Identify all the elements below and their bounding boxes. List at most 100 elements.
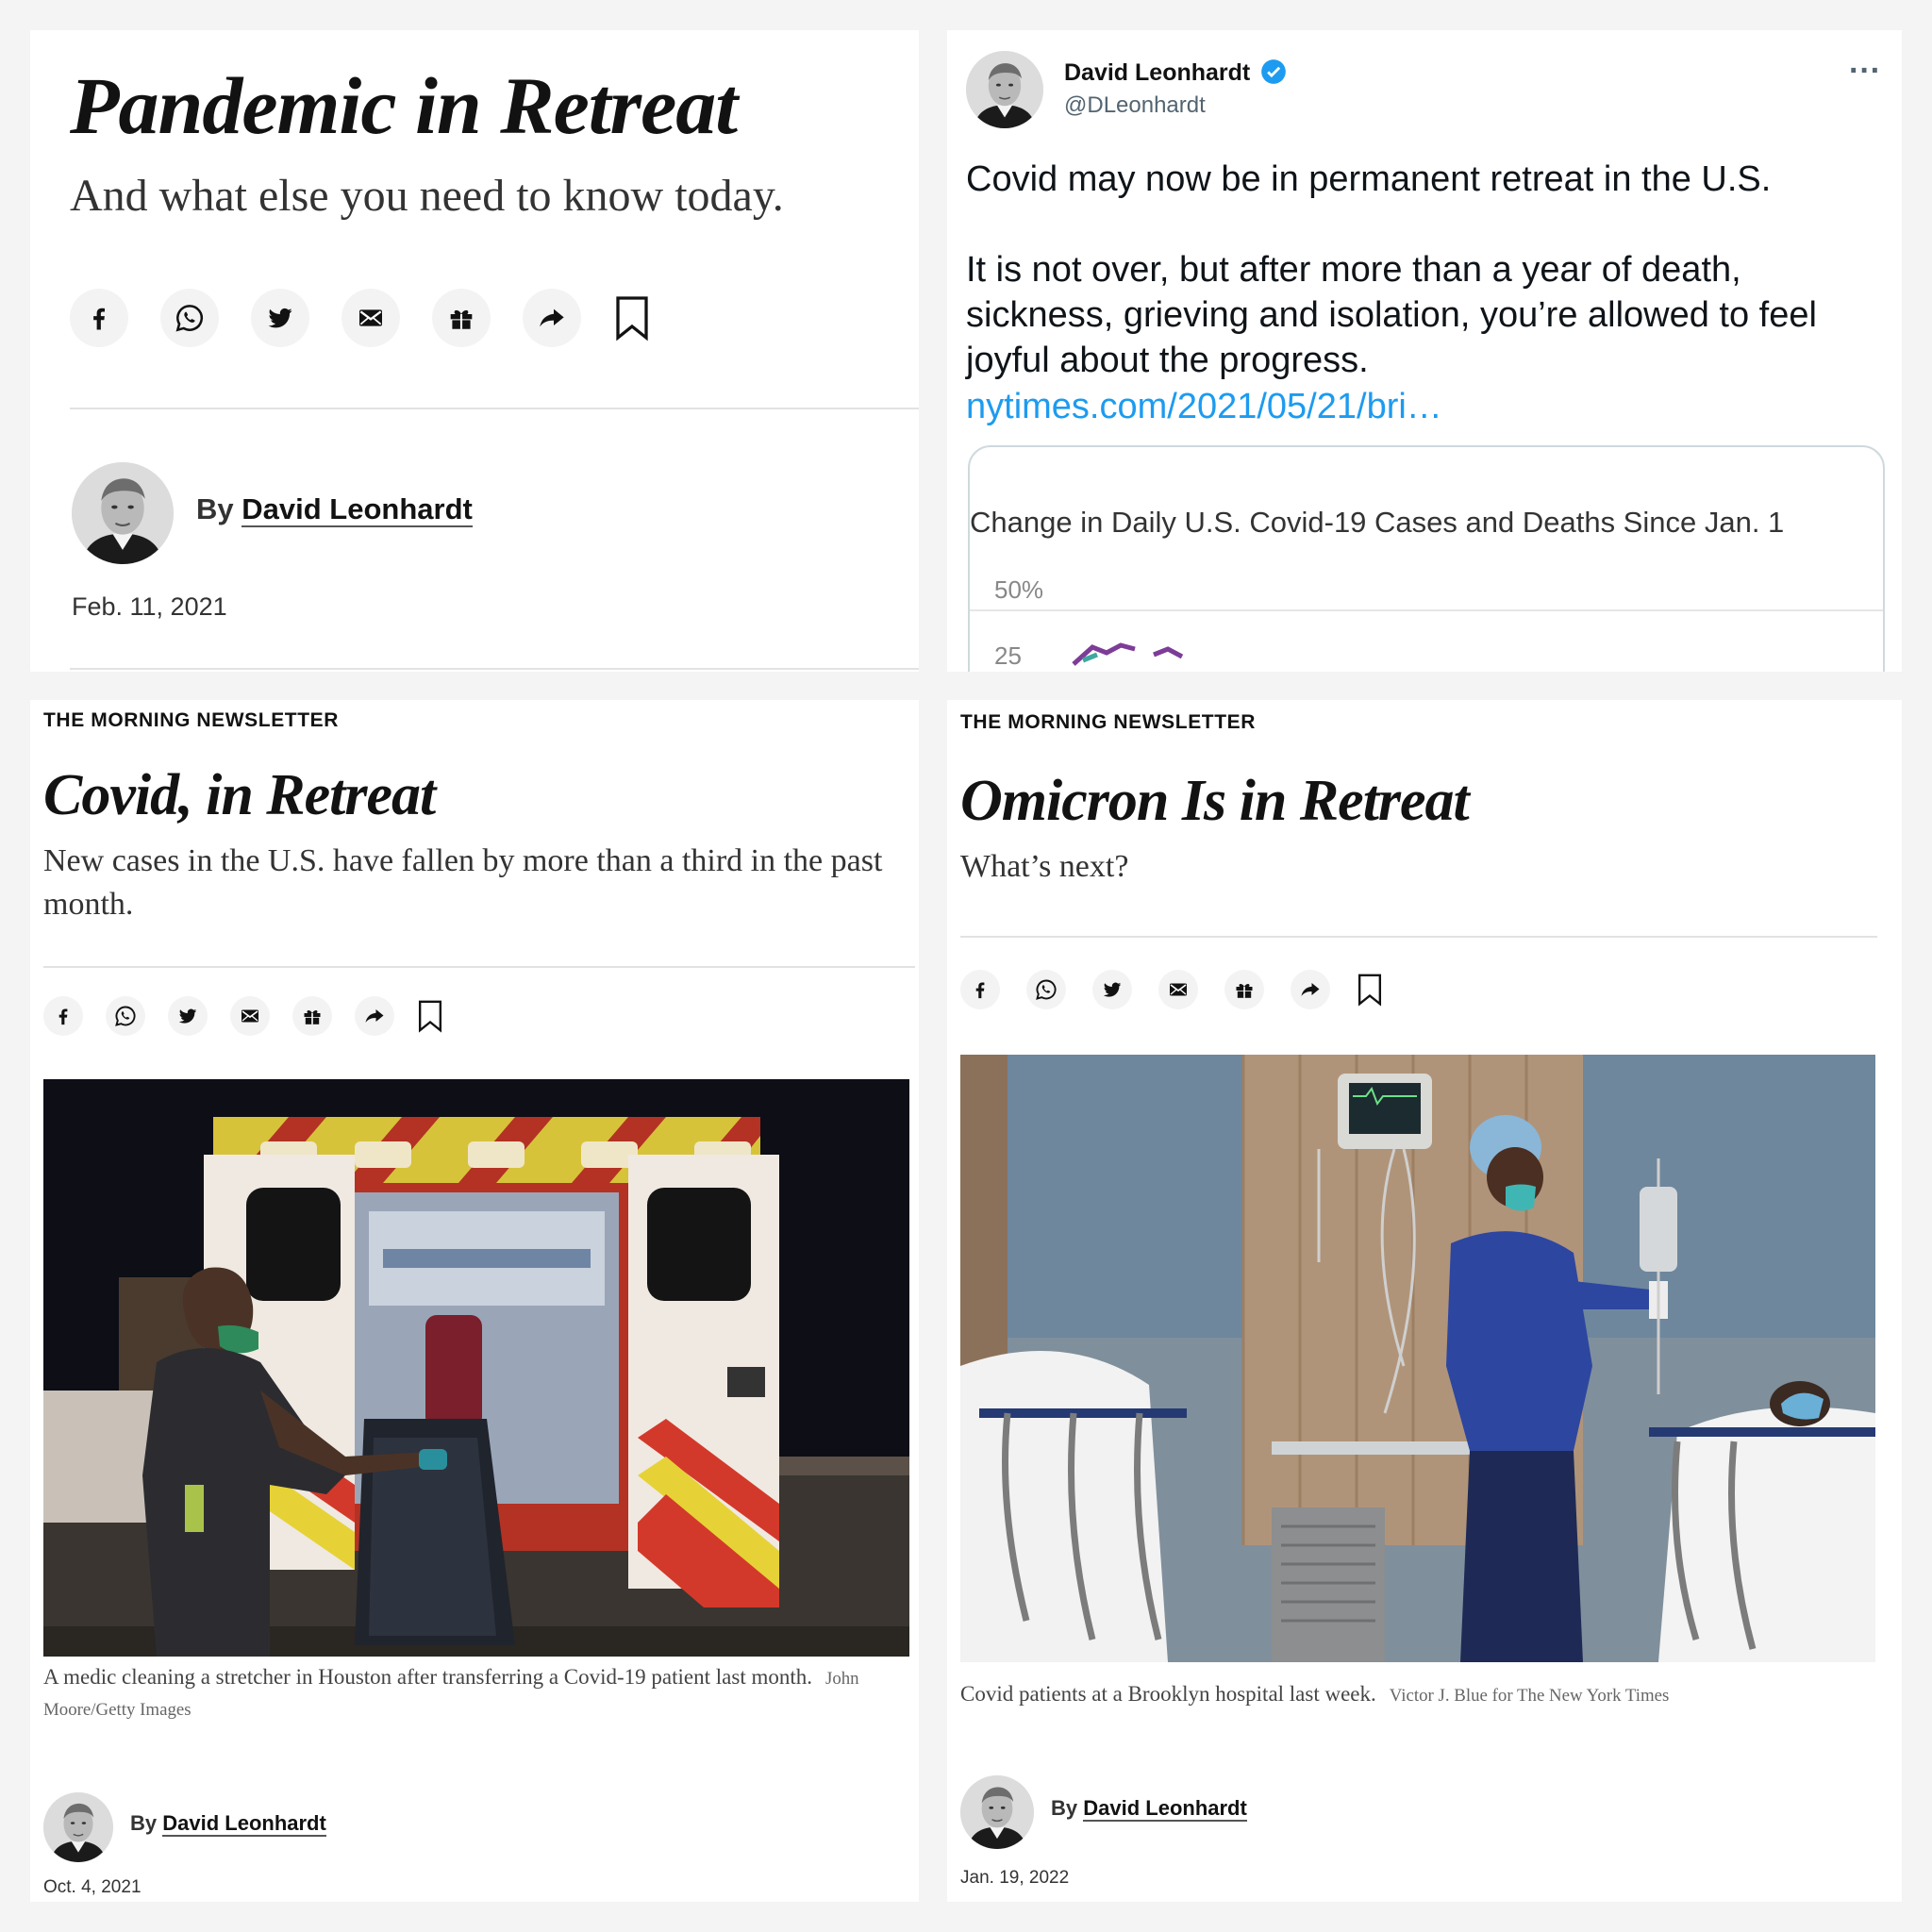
byline-prefix: By (1051, 1796, 1084, 1820)
tweet-author-name[interactable]: David Leonhardt (1064, 58, 1287, 87)
facebook-share-button[interactable] (43, 996, 83, 1036)
email-icon (356, 303, 386, 333)
whatsapp-icon (114, 1005, 137, 1027)
save-bookmark-button[interactable] (613, 289, 651, 347)
publish-date: Oct. 4, 2021 (43, 1877, 142, 1897)
ambulance-photo-illustration (43, 1079, 909, 1657)
card-chart-title: Change in Daily U.S. Covid-19 Cases and … (970, 506, 1785, 539)
facebook-share-button[interactable] (70, 289, 128, 347)
gift-article-button[interactable] (432, 289, 491, 347)
facebook-icon (53, 1006, 74, 1026)
publish-date: Feb. 11, 2021 (72, 592, 227, 621)
byline-prefix: By (196, 492, 242, 525)
whatsapp-icon (175, 303, 205, 333)
gift-icon (446, 303, 476, 333)
more-share-button[interactable] (355, 996, 394, 1036)
author-photo (966, 51, 1043, 128)
tweet-text-body: It is not over, but after more than a ye… (966, 250, 1817, 380)
divider (960, 936, 1877, 938)
email-icon (239, 1005, 261, 1027)
whatsapp-share-button[interactable] (106, 996, 145, 1036)
article-photo-ambulance[interactable] (43, 1079, 909, 1657)
article-panel-pandemic: Pandemic in Retreat And what else you ne… (30, 30, 919, 672)
bookmark-icon (418, 996, 442, 1036)
verified-badge-icon (1261, 59, 1287, 84)
tweet-handle[interactable]: @DLeonhardt (1064, 92, 1206, 119)
author-link[interactable]: David Leonhardt (242, 492, 473, 527)
twitter-icon (177, 1006, 198, 1026)
more-options-icon[interactable]: ··· (1849, 53, 1881, 90)
email-share-button[interactable] (230, 996, 270, 1036)
byline: By David Leonhardt (130, 1811, 326, 1837)
card-tick-label-top: 50% (994, 575, 1044, 604)
gift-icon (1233, 978, 1256, 1001)
card-chart-lines (1072, 642, 1184, 666)
tweet-link[interactable]: nytimes.com/2021/05/21/bri… (966, 387, 1442, 427)
gift-article-button[interactable] (292, 996, 332, 1036)
whatsapp-share-button[interactable] (160, 289, 219, 347)
author-photo (960, 1775, 1034, 1849)
gift-icon (301, 1005, 324, 1027)
divider (43, 966, 915, 968)
article-panel-covid: THE MORNING NEWSLETTER Covid, in Retreat… (30, 700, 919, 1902)
twitter-share-button[interactable] (1092, 970, 1132, 1009)
article-headline: Pandemic in Retreat (70, 60, 738, 151)
email-share-button[interactable] (341, 289, 400, 347)
email-share-button[interactable] (1158, 970, 1198, 1009)
author-photo (72, 462, 174, 564)
photo-caption: Covid patients at a Brooklyn hospital la… (960, 1679, 1885, 1710)
facebook-icon (85, 304, 113, 332)
twitter-share-button[interactable] (168, 996, 208, 1036)
tweet-panel: David Leonhardt @DLeonhardt ··· Covid ma… (947, 30, 1902, 672)
whatsapp-icon (1035, 978, 1058, 1001)
save-bookmark-button[interactable] (1357, 970, 1383, 1009)
article-photo-hospital[interactable] (960, 1055, 1875, 1662)
byline-prefix: By (130, 1811, 163, 1835)
facebook-icon (970, 979, 991, 1000)
divider (70, 408, 919, 409)
author-photo (43, 1792, 113, 1862)
twitter-icon (1102, 979, 1123, 1000)
author-avatar[interactable] (960, 1775, 1034, 1849)
byline: By David Leonhardt (1051, 1796, 1247, 1822)
caption-text: Covid patients at a Brooklyn hospital la… (960, 1682, 1376, 1706)
photo-caption: A medic cleaning a stretcher in Houston … (43, 1662, 892, 1724)
photo-credit: Victor J. Blue for The New York Times (1389, 1686, 1670, 1706)
byline: By David Leonhardt (196, 492, 473, 527)
twitter-share-button[interactable] (251, 289, 309, 347)
twitter-icon (266, 304, 294, 332)
article-summary: What’s next? (960, 849, 1129, 884)
more-share-button[interactable] (523, 289, 581, 347)
section-kicker[interactable]: THE MORNING NEWSLETTER (43, 709, 339, 732)
link-preview-card[interactable]: Change in Daily U.S. Covid-19 Cases and … (968, 445, 1885, 672)
tweet-text-line1: Covid may now be in permanent retreat in… (966, 159, 1772, 199)
hospital-photo-illustration (960, 1055, 1875, 1662)
whatsapp-share-button[interactable] (1026, 970, 1066, 1009)
share-toolbar (960, 970, 1383, 1009)
bookmark-icon (1357, 970, 1382, 1009)
display-name-text: David Leonhardt (1064, 59, 1251, 86)
share-toolbar (70, 289, 651, 347)
divider-bottom (70, 668, 919, 670)
facebook-share-button[interactable] (960, 970, 1000, 1009)
article-summary: New cases in the U.S. have fallen by mor… (43, 843, 883, 922)
article-headline: Covid, in Retreat (43, 763, 436, 827)
author-avatar[interactable] (72, 462, 174, 564)
author-link[interactable]: David Leonhardt (162, 1811, 326, 1837)
card-tick-label-cut: 25 (994, 641, 1022, 670)
tweet-author-avatar[interactable] (966, 51, 1043, 128)
share-arrow-icon (363, 1005, 386, 1027)
article-summary: And what else you need to know today. (70, 171, 784, 221)
caption-text: A medic cleaning a stretcher in Houston … (43, 1665, 812, 1689)
share-arrow-icon (1299, 978, 1322, 1001)
author-avatar[interactable] (43, 1792, 113, 1862)
section-kicker[interactable]: THE MORNING NEWSLETTER (960, 711, 1256, 734)
share-arrow-icon (537, 303, 567, 333)
publish-date: Jan. 19, 2022 (960, 1868, 1070, 1888)
gift-article-button[interactable] (1224, 970, 1264, 1009)
author-link[interactable]: David Leonhardt (1083, 1796, 1247, 1822)
more-share-button[interactable] (1291, 970, 1330, 1009)
article-headline: Omicron Is in Retreat (960, 769, 1470, 833)
email-icon (1167, 978, 1190, 1001)
save-bookmark-button[interactable] (417, 996, 443, 1036)
